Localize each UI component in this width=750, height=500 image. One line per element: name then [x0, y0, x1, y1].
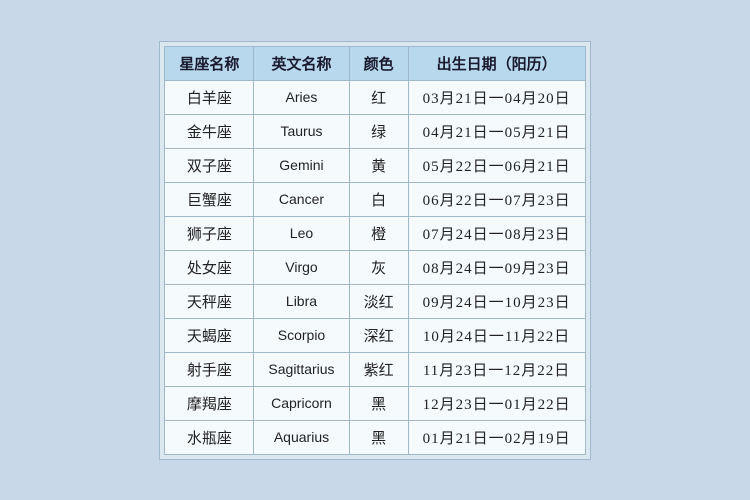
cell-english-name: Taurus	[254, 114, 349, 148]
cell-english-name: Capricorn	[254, 386, 349, 420]
cell-dates: 12月23日一01月22日	[408, 386, 585, 420]
cell-dates: 05月22日一06月21日	[408, 148, 585, 182]
cell-color: 灰	[349, 250, 408, 284]
cell-english-name: Aquarius	[254, 420, 349, 454]
table-row: 摩羯座Capricorn黑12月23日一01月22日	[165, 386, 585, 420]
cell-english-name: Cancer	[254, 182, 349, 216]
table-row: 天蝎座Scorpio深红10月24日一11月22日	[165, 318, 585, 352]
cell-color: 黑	[349, 420, 408, 454]
cell-dates: 01月21日一02月19日	[408, 420, 585, 454]
table-row: 射手座Sagittarius紫红11月23日一12月22日	[165, 352, 585, 386]
cell-dates: 10月24日一11月22日	[408, 318, 585, 352]
table-row: 天秤座Libra淡红09月24日一10月23日	[165, 284, 585, 318]
col-header-dates: 出生日期（阳历）	[408, 46, 585, 80]
cell-color: 橙	[349, 216, 408, 250]
cell-chinese-name: 巨蟹座	[165, 182, 254, 216]
cell-color: 白	[349, 182, 408, 216]
zodiac-table: 星座名称 英文名称 颜色 出生日期（阳历） 白羊座Aries红03月21日一04…	[164, 46, 585, 455]
cell-dates: 08月24日一09月23日	[408, 250, 585, 284]
cell-color: 黑	[349, 386, 408, 420]
table-row: 巨蟹座Cancer白06月22日一07月23日	[165, 182, 585, 216]
table-row: 水瓶座Aquarius黑01月21日一02月19日	[165, 420, 585, 454]
cell-color: 深红	[349, 318, 408, 352]
table-header-row: 星座名称 英文名称 颜色 出生日期（阳历）	[165, 46, 585, 80]
cell-chinese-name: 摩羯座	[165, 386, 254, 420]
cell-english-name: Leo	[254, 216, 349, 250]
table-row: 双子座Gemini黄05月22日一06月21日	[165, 148, 585, 182]
cell-dates: 11月23日一12月22日	[408, 352, 585, 386]
table-row: 处女座Virgo灰08月24日一09月23日	[165, 250, 585, 284]
cell-english-name: Aries	[254, 80, 349, 114]
cell-chinese-name: 金牛座	[165, 114, 254, 148]
table-row: 白羊座Aries红03月21日一04月20日	[165, 80, 585, 114]
cell-color: 紫红	[349, 352, 408, 386]
cell-dates: 07月24日一08月23日	[408, 216, 585, 250]
col-header-english: 英文名称	[254, 46, 349, 80]
cell-dates: 04月21日一05月21日	[408, 114, 585, 148]
cell-chinese-name: 水瓶座	[165, 420, 254, 454]
cell-color: 绿	[349, 114, 408, 148]
table-row: 狮子座Leo橙07月24日一08月23日	[165, 216, 585, 250]
cell-english-name: Virgo	[254, 250, 349, 284]
cell-chinese-name: 狮子座	[165, 216, 254, 250]
cell-dates: 09月24日一10月23日	[408, 284, 585, 318]
cell-english-name: Libra	[254, 284, 349, 318]
zodiac-table-container: 星座名称 英文名称 颜色 出生日期（阳历） 白羊座Aries红03月21日一04…	[159, 41, 590, 460]
table-row: 金牛座Taurus绿04月21日一05月21日	[165, 114, 585, 148]
cell-color: 红	[349, 80, 408, 114]
cell-dates: 03月21日一04月20日	[408, 80, 585, 114]
col-header-chinese: 星座名称	[165, 46, 254, 80]
cell-english-name: Scorpio	[254, 318, 349, 352]
cell-chinese-name: 处女座	[165, 250, 254, 284]
cell-color: 淡红	[349, 284, 408, 318]
cell-english-name: Gemini	[254, 148, 349, 182]
cell-color: 黄	[349, 148, 408, 182]
cell-chinese-name: 白羊座	[165, 80, 254, 114]
col-header-color: 颜色	[349, 46, 408, 80]
cell-english-name: Sagittarius	[254, 352, 349, 386]
cell-chinese-name: 双子座	[165, 148, 254, 182]
cell-chinese-name: 射手座	[165, 352, 254, 386]
cell-chinese-name: 天蝎座	[165, 318, 254, 352]
cell-chinese-name: 天秤座	[165, 284, 254, 318]
cell-dates: 06月22日一07月23日	[408, 182, 585, 216]
